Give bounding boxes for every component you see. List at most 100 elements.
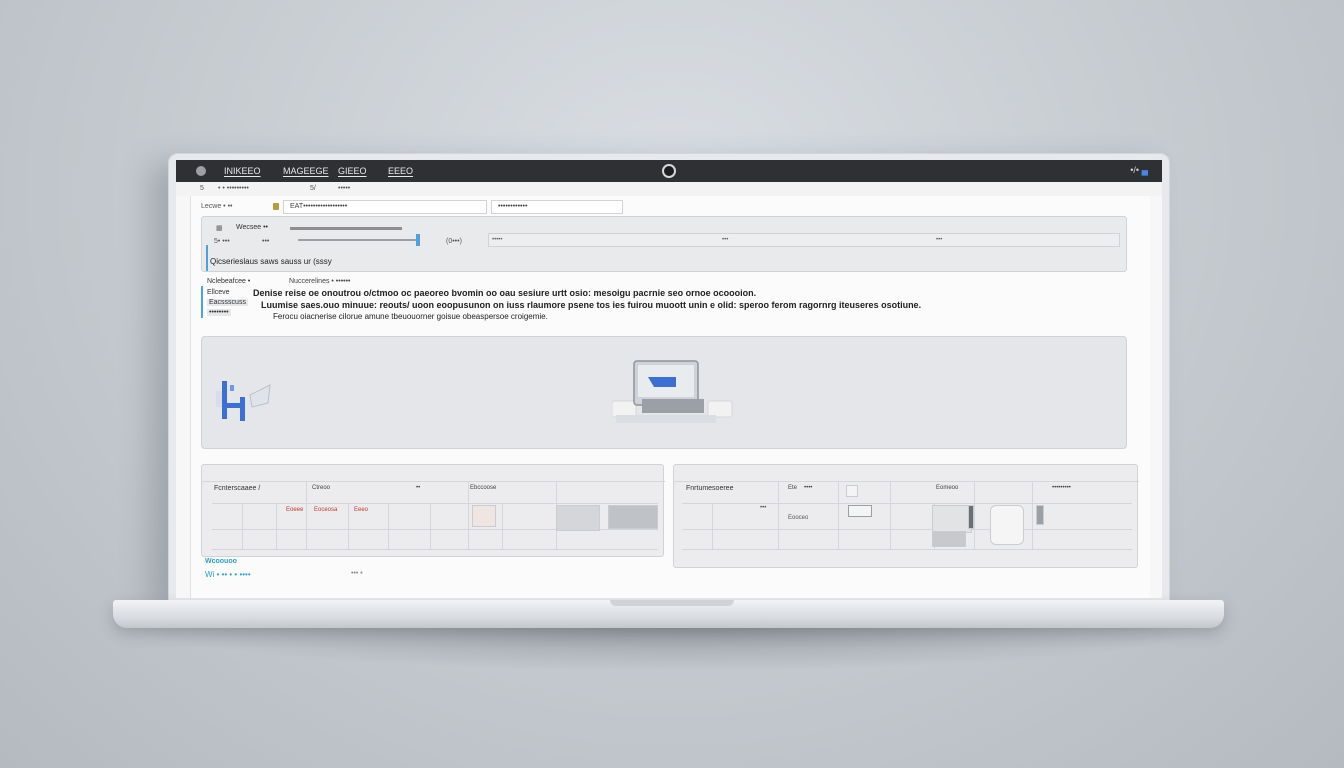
swatch-2[interactable] xyxy=(556,505,600,531)
card1-cell-2: Eoceosa xyxy=(314,507,338,513)
toolbar-label[interactable]: Lecwe • •• xyxy=(201,203,232,210)
grid-line xyxy=(212,549,658,550)
subbar-item-1[interactable]: 5 xyxy=(200,185,204,192)
text-accent-bar xyxy=(201,286,203,318)
panel-label: Wecsee •• xyxy=(236,224,269,231)
monitor-icon[interactable] xyxy=(612,359,742,431)
divider-handle[interactable] xyxy=(968,505,974,529)
grid-line xyxy=(838,481,839,549)
side-label-2: Ellceve xyxy=(207,289,230,296)
grid-line xyxy=(202,481,665,482)
grid-line xyxy=(682,549,1132,550)
data-table-card-2: Fnrtumesoeree Ete •••• Eomeoo ••••••••• … xyxy=(673,464,1139,568)
subbar-item-3[interactable]: 5/ xyxy=(310,185,316,192)
row-label-3: (0•••) xyxy=(446,238,462,245)
bookmark-icon[interactable] xyxy=(273,203,279,210)
swatch-3[interactable] xyxy=(608,505,658,529)
app-icon[interactable] xyxy=(196,166,206,176)
toggle-button[interactable] xyxy=(848,505,872,517)
card1-header-2[interactable]: •• xyxy=(416,485,420,491)
data-table-card-1: Fcnterscaaee / Ctreoo •• Ebccoose Eoeee … xyxy=(201,464,665,557)
grid-line xyxy=(306,481,307,549)
card2-cell-2: Eooceo xyxy=(788,515,809,521)
device-thumbnail[interactable] xyxy=(990,505,1024,545)
address-field[interactable]: EAT•••••••••••••••••• xyxy=(283,200,487,214)
text-heading: Nuccerelines • •••••• xyxy=(289,278,351,285)
grid-line xyxy=(212,503,658,504)
hero-preview xyxy=(201,336,1127,449)
field-mark-2: ••• xyxy=(722,237,729,243)
system-tray[interactable]: •/• ▄ xyxy=(1130,165,1148,175)
menu-item-4[interactable]: EEEO xyxy=(388,166,413,176)
panel-slider-track[interactable] xyxy=(298,239,418,241)
side-label-1: Nclebeafcee • xyxy=(207,278,251,285)
grid-line xyxy=(388,503,389,549)
grid-line xyxy=(890,481,891,549)
swatch-4[interactable] xyxy=(932,505,972,533)
grid-line xyxy=(682,503,1132,504)
subbar: 5 • • ••••••••• 5/ ••••• xyxy=(176,182,1162,196)
main-content: Lecwe • •• EAT•••••••••••••••••• •••••••… xyxy=(190,196,1150,598)
panel-input-field[interactable] xyxy=(488,233,1120,247)
card2-cell-1: ••• xyxy=(760,505,767,511)
swatch-1[interactable] xyxy=(472,505,496,527)
grid-line xyxy=(276,503,277,549)
scroll-handle[interactable] xyxy=(1036,505,1044,525)
field-mark-3: ••• xyxy=(936,237,943,243)
card2-title: Fnrtumesoeree xyxy=(686,485,734,492)
card2-header-3[interactable]: Eomeoo xyxy=(936,485,958,491)
grid-line xyxy=(1032,481,1033,549)
footer-link[interactable]: Wcoouoo xyxy=(205,558,237,565)
window-titlebar: INIKEEO MAGEEGE GIEEO EEEO •/• ▄ xyxy=(176,160,1162,182)
row-label-1: 5• ••• xyxy=(214,238,230,245)
menu-item-2[interactable]: MAGEEGE xyxy=(283,166,329,176)
card1-header-3[interactable]: Ebccoose xyxy=(470,485,496,491)
grid-line xyxy=(974,481,975,549)
grid-line xyxy=(778,481,779,549)
row-label-2: ••• xyxy=(262,238,270,245)
menu-item-1[interactable]: INIKEEO xyxy=(224,166,261,176)
grid-line xyxy=(430,503,431,549)
grid-line xyxy=(502,503,503,549)
swatch-5[interactable] xyxy=(932,531,966,547)
grid-line xyxy=(674,481,1139,482)
text-line-3: Ferocu oiacnerise cilorue amune tbeuouor… xyxy=(273,312,548,321)
search-field[interactable]: •••••••••••• xyxy=(491,200,623,214)
card1-cell-3: Eeeo xyxy=(354,507,369,513)
side-label-3: Eacssscuss xyxy=(207,299,248,306)
card1-header-1[interactable]: Ctreoo xyxy=(312,485,330,491)
subbar-item-4[interactable]: ••••• xyxy=(338,185,350,192)
checkbox-icon[interactable] xyxy=(846,485,858,497)
side-label-4: •••••••• xyxy=(207,309,231,316)
panel-slider-handle[interactable] xyxy=(416,234,420,246)
settings-panel: ▦ Wecsee •• 5• ••• ••• (0•••) ••••• ••• … xyxy=(201,216,1127,272)
grid-line xyxy=(348,503,349,549)
card2-header-1[interactable]: Ete xyxy=(788,485,797,491)
laptop-notch xyxy=(610,600,734,606)
field-mark-1: ••••• xyxy=(492,237,503,243)
panel-description: Qicserieslaus saws sauss ur (sssy xyxy=(210,257,332,266)
card2-header-2[interactable]: •••• xyxy=(804,485,812,491)
accent-bar xyxy=(206,245,208,271)
grid-icon: ▦ xyxy=(216,225,223,232)
card1-title: Fcnterscaaee / xyxy=(214,485,261,492)
tray-badge-icon: ▄ xyxy=(1141,165,1148,175)
menu-item-3[interactable]: GIEEO xyxy=(338,166,367,176)
subbar-item-2[interactable]: • • ••••••••• xyxy=(218,185,249,192)
toolbar: Lecwe • •• EAT•••••••••••••••••• •••••••… xyxy=(191,198,1151,216)
grid-line xyxy=(712,503,713,549)
card2-header-4[interactable]: ••••••••• xyxy=(1052,485,1071,491)
workstation-icon[interactable] xyxy=(212,377,274,425)
panel-progress xyxy=(290,227,402,230)
description-block: Nclebeafcee • Ellceve Eacssscuss •••••••… xyxy=(201,278,1141,324)
footer-status[interactable]: Wi • •• • • •••• xyxy=(205,570,251,579)
laptop-screen: INIKEEO MAGEEGE GIEEO EEEO •/• ▄ 5 • • •… xyxy=(176,160,1162,598)
grid-line xyxy=(242,503,243,549)
card1-cell-1: Eoeee xyxy=(286,507,304,513)
text-line-1: Denise reise oe onoutrou o/ctmoo oc paeo… xyxy=(253,288,757,298)
tray-text: •/• xyxy=(1130,165,1140,175)
grid-line xyxy=(682,529,1132,530)
grid-line xyxy=(468,481,469,549)
footer-note: ••• • xyxy=(351,570,363,577)
camera-icon xyxy=(662,164,676,178)
